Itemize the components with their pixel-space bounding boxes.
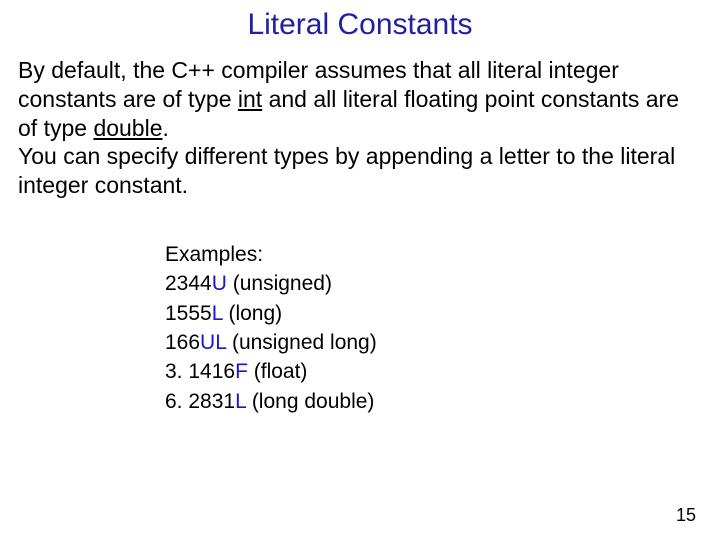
paragraph-1c: .: [163, 115, 169, 141]
example-suffix: L: [235, 390, 246, 413]
example-desc: (float): [248, 360, 308, 383]
keyword-int: int: [238, 86, 262, 112]
paragraph-2: You can specify different types by appen…: [18, 143, 675, 198]
example-number: 6. 2831: [165, 390, 235, 413]
slide-title: Literal Constants: [0, 0, 720, 42]
example-number: 1555: [165, 302, 212, 325]
example-suffix: U: [212, 272, 227, 295]
example-line: 3. 1416F (float): [165, 357, 720, 386]
example-line: 2344U (unsigned): [165, 269, 720, 298]
example-line: 166UL (unsigned long): [165, 328, 720, 357]
example-line: 1555L (long): [165, 299, 720, 328]
example-desc: (long double): [246, 390, 374, 413]
body-text: By default, the C++ compiler assumes tha…: [0, 56, 720, 200]
example-desc: (long): [223, 302, 283, 325]
slide: Literal Constants By default, the C++ co…: [0, 0, 720, 540]
examples-block: Examples: 2344U (unsigned) 1555L (long) …: [0, 200, 720, 416]
example-suffix: L: [212, 302, 223, 325]
example-suffix: F: [235, 360, 248, 383]
examples-heading: Examples:: [165, 240, 720, 269]
example-number: 3. 1416: [165, 360, 235, 383]
example-desc: (unsigned long): [226, 331, 377, 354]
page-number: 15: [676, 505, 696, 526]
example-number: 2344: [165, 272, 212, 295]
example-number: 166: [165, 331, 200, 354]
example-suffix: UL: [200, 331, 226, 354]
keyword-double: double: [93, 115, 162, 141]
example-line: 6. 2831L (long double): [165, 387, 720, 416]
example-desc: (unsigned): [227, 272, 332, 295]
